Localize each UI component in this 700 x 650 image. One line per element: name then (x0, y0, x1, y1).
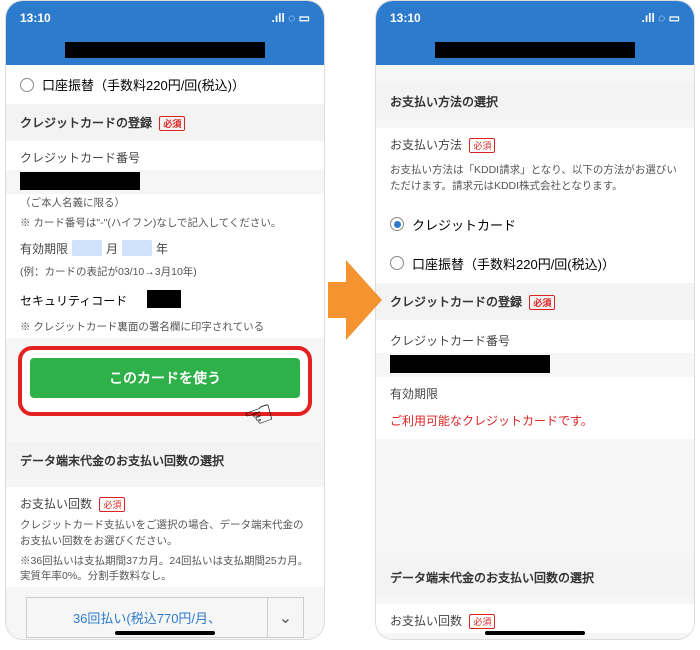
payment-method-title: お支払い方法の選択 (376, 83, 694, 120)
exp-note: (例：カードの表記が03/10→3月10年) (6, 263, 324, 283)
cc-register-title: クレジットカードの登録 必須 (6, 104, 324, 141)
required-badge: 必須 (529, 295, 555, 310)
radio-cc-label: クレジットカード (412, 215, 516, 234)
security-code-field[interactable] (147, 290, 181, 308)
cc-number-field[interactable] (20, 172, 140, 190)
home-indicator (115, 631, 215, 635)
cc-number-label: クレジットカード番号 (6, 141, 324, 170)
payment-method-label: お支払い方法 必須 (376, 128, 694, 157)
hyphen-note: ※ カード番号は"-"(ハイフン)なしで記入してください。 (6, 214, 324, 234)
pay-note2: ※36回払いは支払期間37カ月。24回払いは支払期間25カ月。実質年率0%。分割… (6, 552, 324, 588)
header-redacted (435, 42, 635, 58)
exp-month-select[interactable] (72, 240, 102, 256)
radio-bank-label: 口座振替（手数料220円/回(税込)） (42, 75, 245, 94)
radio-icon (390, 217, 404, 231)
kddi-info: お支払い方法は「KDDI請求」となり、以下の方法がお選びいただけます。請求元はK… (376, 157, 694, 205)
exp-label: 有効期限 (376, 377, 694, 406)
phone-left: 13:10 .ıll ◌ ▭ 口座振替（手数料220円/回(税込)） クレジット… (5, 0, 325, 640)
required-badge: 必須 (469, 138, 495, 153)
use-card-button[interactable]: このカードを使う (30, 358, 300, 398)
security-note: ※ クレジットカード裏面の署名欄に印字されている (6, 318, 324, 338)
radio-bank-label: 口座振替（手数料220円/回(税込)） (412, 254, 615, 273)
header (376, 35, 694, 65)
status-bar: 13:10 .ıll ◌ ▭ (376, 1, 694, 35)
required-badge: 必須 (159, 116, 185, 131)
radio-bank-transfer[interactable]: 口座振替（手数料220円/回(税込)） (376, 244, 694, 283)
status-icons: .ıll ◌ ▭ (642, 11, 680, 25)
status-time: 13:10 (20, 11, 51, 25)
card-ok-message: ご利用可能なクレジットカードです。 (376, 406, 694, 439)
name-note: （ご本人名義に限る） (6, 194, 324, 214)
use-card-callout: このカードを使う ☜ (18, 346, 312, 416)
device-payment-title: データ端末代金のお支払い回数の選択 (376, 559, 694, 596)
header (6, 35, 324, 65)
required-badge: 必須 (469, 614, 495, 629)
cc-register-title: クレジットカードの登録 必須 (376, 283, 694, 320)
cc-number-label: クレジットカード番号 (376, 320, 694, 353)
header-redacted (65, 42, 265, 58)
radio-credit-card[interactable]: クレジットカード (376, 205, 694, 244)
radio-bank-transfer[interactable]: 口座振替（手数料220円/回(税込)） (6, 65, 324, 104)
chevron-down-icon: ⌄ (267, 598, 303, 637)
content-left: 口座振替（手数料220円/回(税込)） クレジットカードの登録 必須 クレジット… (6, 65, 324, 640)
home-indicator (485, 631, 585, 635)
content-right: お支払い方法の選択 お支払い方法 必須 お支払い方法は「KDDI請求」となり、以… (376, 65, 694, 640)
status-time: 13:10 (390, 11, 421, 25)
pay-count-label: お支払い回数 必須 (6, 487, 324, 516)
expiration-row: 有効期限 月 年 (6, 234, 324, 263)
status-icons: .ıll ◌ ▭ (272, 11, 310, 25)
status-bar: 13:10 .ıll ◌ ▭ (6, 1, 324, 35)
radio-icon (20, 78, 34, 92)
pay-count-label: お支払い回数 必須 (376, 604, 694, 633)
pay-note1: クレジットカード支払いをご選択の場合、データ端末代金のお支払い回数をお選びくださ… (6, 516, 324, 552)
exp-year-select[interactable] (122, 240, 152, 256)
radio-icon (390, 256, 404, 270)
device-payment-title: データ端末代金のお支払い回数の選択 (6, 442, 324, 479)
phone-right: 13:10 .ıll ◌ ▭ お支払い方法の選択 お支払い方法 必須 お支払い方… (375, 0, 695, 640)
cc-number-value (390, 355, 550, 373)
required-badge: 必須 (99, 497, 125, 512)
security-code-row: セキュリティコード (6, 282, 324, 318)
transition-arrow-icon (328, 260, 382, 340)
